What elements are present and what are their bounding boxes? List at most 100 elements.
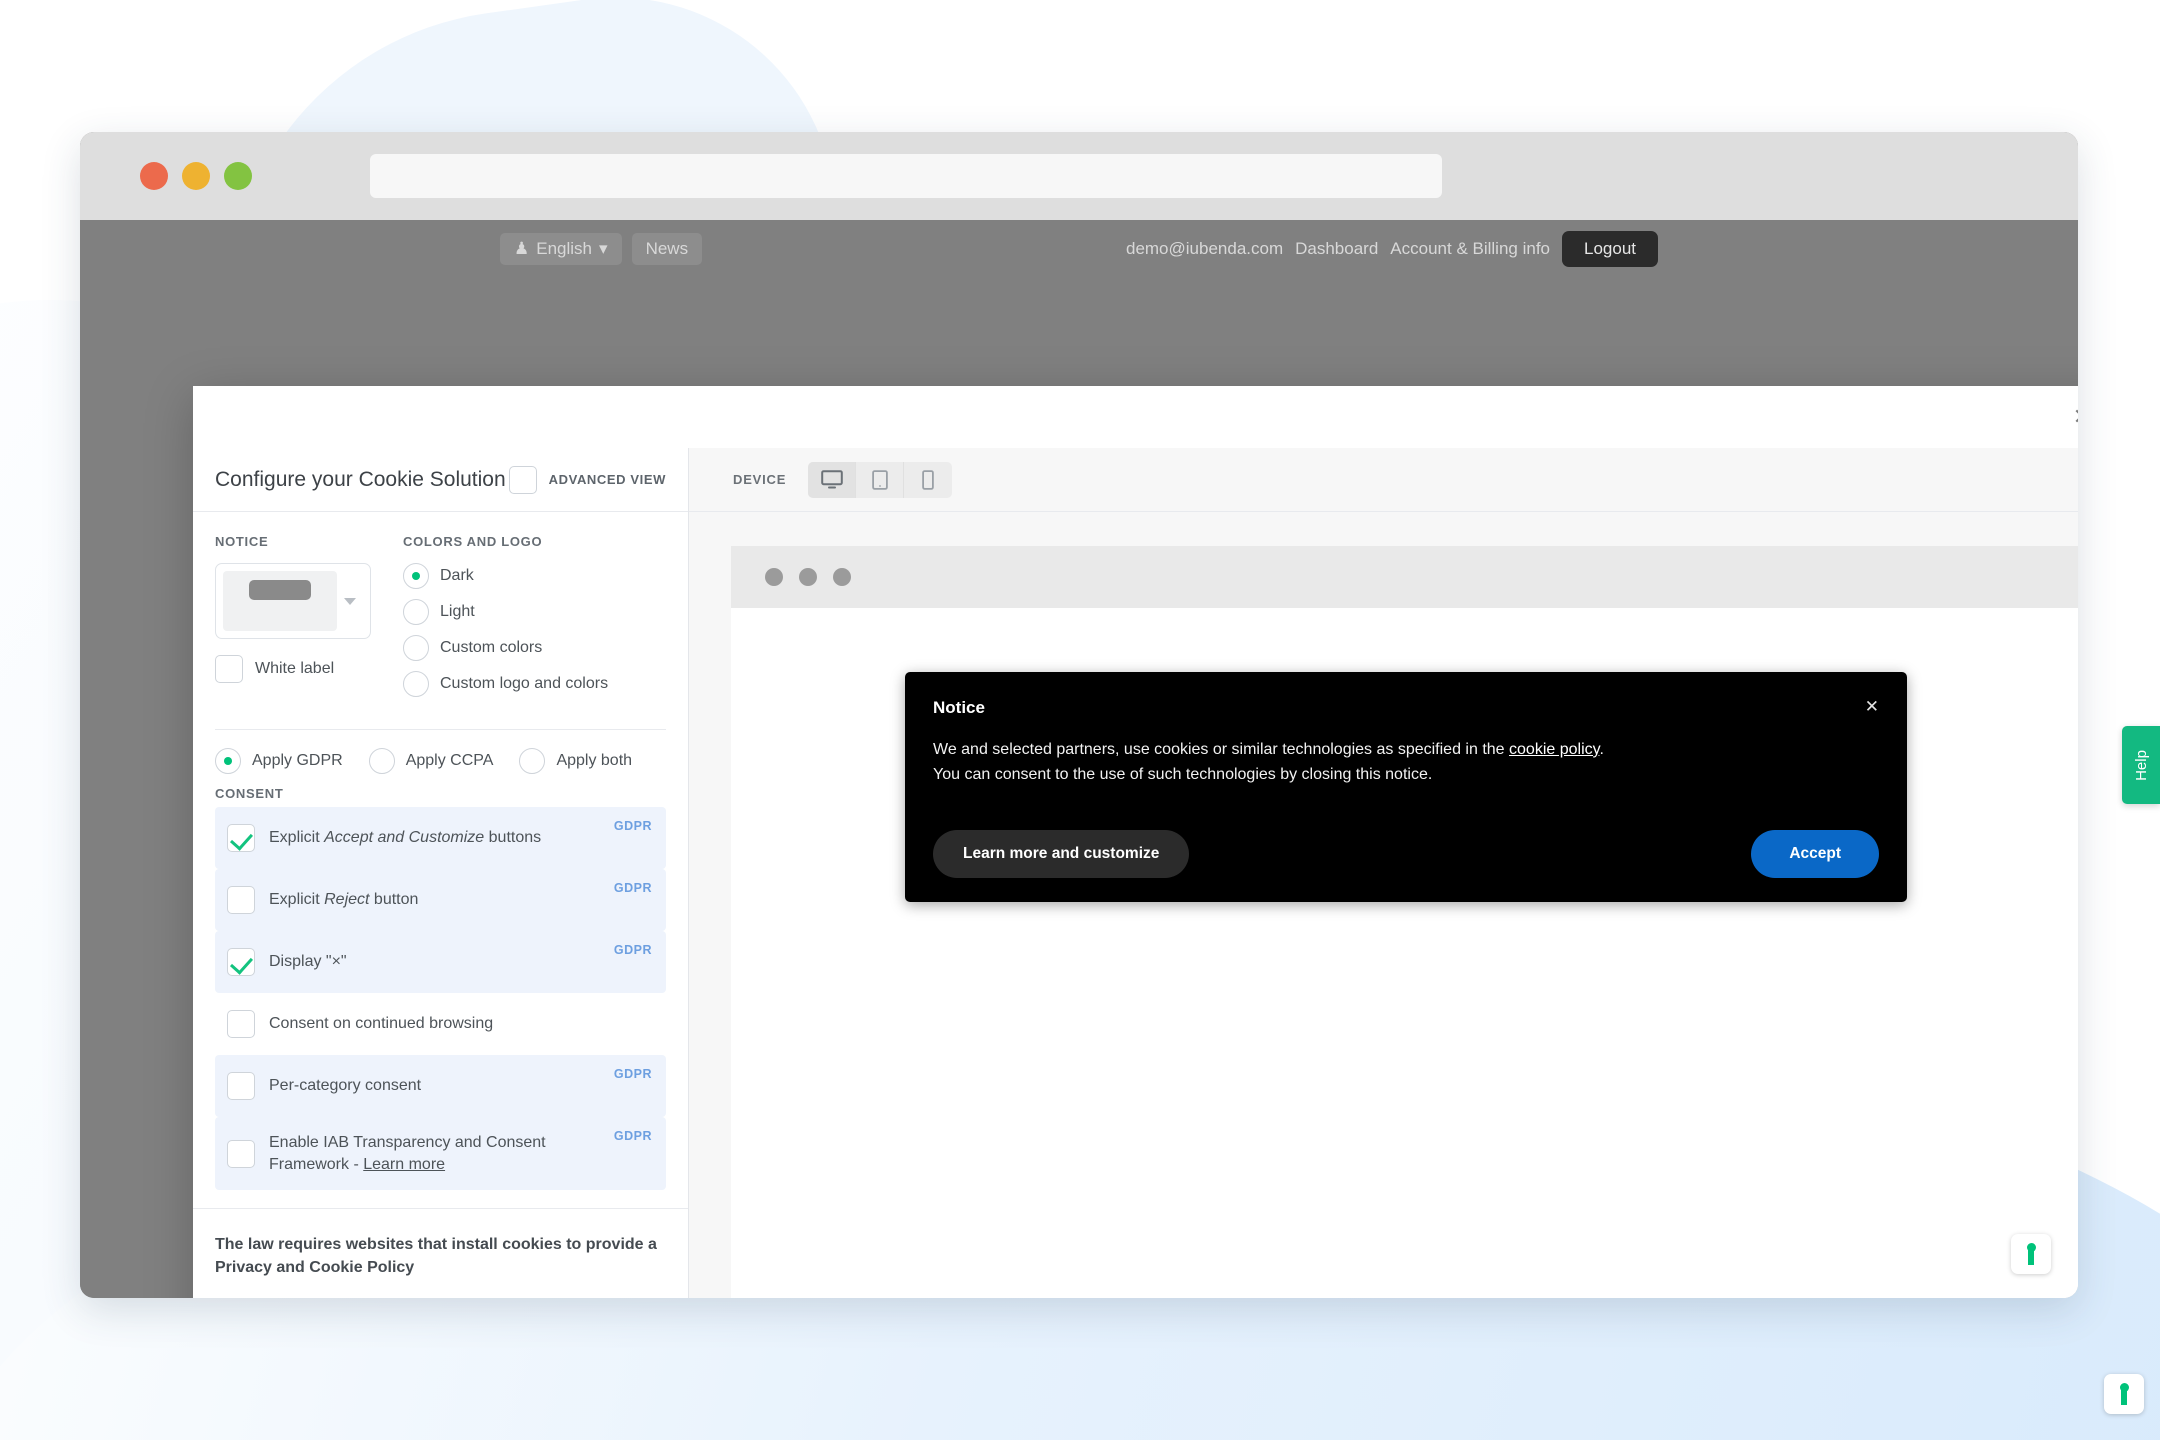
consent-option-row[interactable]: Display "×" GDPR (215, 931, 666, 993)
cookie-notice-banner: Notice ✕ We and selected partners, use c… (905, 672, 1907, 902)
close-window-button[interactable] (140, 162, 168, 190)
window-controls (140, 162, 252, 190)
preview-window-dot (833, 568, 851, 586)
consent-option-row[interactable]: Explicit Accept and Customize buttons GDP… (215, 807, 666, 869)
radio-icon[interactable] (403, 563, 429, 589)
help-tab[interactable]: Help (2122, 726, 2160, 804)
notice-position-picker[interactable] (215, 563, 371, 639)
law-badge: GDPR (613, 1129, 652, 1143)
cookie-notice-title: Notice (933, 698, 985, 717)
preview-stage: Notice ✕ We and selected partners, use c… (689, 512, 2078, 1298)
law-badge: GDPR (613, 881, 652, 895)
cookie-solution-modal: ✕ Configure your Cookie Solution ADVANCE… (193, 386, 2078, 1298)
radio-icon[interactable] (403, 671, 429, 697)
desktop-icon[interactable] (808, 461, 857, 498)
preview-panel: DEVICE Notice ✕ We and selected partners… (689, 448, 2078, 1298)
radio-icon[interactable] (368, 748, 395, 774)
mobile-icon[interactable] (904, 462, 952, 498)
white-label-label: White label (255, 660, 335, 677)
chevron-down-icon: ▾ (599, 239, 608, 258)
color-option-label: Custom colors (440, 639, 543, 656)
radio-icon[interactable] (403, 599, 429, 625)
notice-section-label: NOTICE (215, 534, 269, 549)
nav-user-email: demo@iubenda.com (1125, 239, 1284, 258)
tablet-icon[interactable] (856, 461, 905, 498)
configuration-header: Configure your Cookie Solution ADVANCED … (193, 448, 688, 512)
consent-options-list: Explicit Accept and Customize buttons GDP… (193, 807, 688, 1191)
cookie-notice-line1-before: We and selected partners, use cookies or… (933, 741, 1510, 758)
nav-dashboard-link[interactable]: Dashboard (1295, 239, 1378, 259)
nav-account-billing-link[interactable]: Account & Billing info (1390, 239, 1550, 259)
background-topnav: ♟ English ▾ News demo@iubenda.com Dashbo… (80, 220, 2078, 278)
consent-option-checkbox[interactable] (227, 886, 255, 914)
law-option-ccpa[interactable]: Apply CCPA (368, 748, 494, 774)
close-icon[interactable]: ✕ (1865, 698, 1879, 715)
cookie-policy-link[interactable]: cookie policy (1509, 741, 1599, 758)
advanced-view-checkbox[interactable] (508, 465, 537, 494)
color-option-light[interactable]: Light (403, 599, 666, 625)
iubenda-floating-badge-icon[interactable] (2104, 1374, 2144, 1414)
preview-window-dot (765, 568, 783, 586)
modal-topbar: ✕ (193, 386, 2078, 448)
color-option-dark[interactable]: Dark (403, 563, 666, 589)
consent-section-header: CONSENT (193, 778, 688, 807)
law-note-text: The law requires websites that install c… (215, 1236, 657, 1277)
cookie-notice-line1-after: . (1599, 741, 1604, 758)
radio-icon[interactable] (215, 748, 241, 774)
color-option-label: Custom logo and colors (440, 675, 609, 692)
advanced-view-label: ADVANCED VIEW (548, 472, 666, 487)
consent-option-checkbox[interactable] (227, 948, 255, 976)
url-input[interactable] (370, 154, 1442, 198)
law-badge: GDPR (613, 819, 652, 833)
consent-option-checkbox[interactable] (227, 824, 255, 852)
iubenda-badge-icon[interactable] (2011, 1234, 2051, 1274)
consent-option-checkbox[interactable] (227, 1010, 255, 1038)
consent-option-row[interactable]: Consent on continued browsing (215, 993, 666, 1055)
consent-option-label: Per-category consent (269, 1077, 422, 1095)
white-label-row[interactable]: White label (215, 655, 371, 683)
law-option-label: Apply CCPA (405, 752, 494, 769)
nav-logout-button[interactable]: Logout (1562, 231, 1658, 267)
help-tab-label: Help (2132, 749, 2150, 781)
nav-news-label: News (645, 239, 689, 258)
color-option-custom-logo-and-colors[interactable]: Custom logo and colors (403, 671, 666, 697)
page-title: Configure your Cookie Solution (215, 467, 506, 491)
maximize-window-button[interactable] (224, 162, 252, 190)
law-option-both[interactable]: Apply both (519, 748, 632, 774)
law-option-gdpr[interactable]: Apply GDPR (215, 748, 343, 774)
nav-language-selector[interactable]: ♟ English ▾ (500, 233, 622, 265)
colors-section-label: COLORS AND LOGO (403, 534, 543, 549)
white-label-checkbox[interactable] (215, 655, 243, 683)
accept-button[interactable]: Accept (1751, 829, 1879, 878)
preview-browser-mock: Notice ✕ We and selected partners, use c… (731, 546, 2078, 1298)
headset-icon: ♟ (514, 239, 530, 258)
consent-option-row[interactable]: Per-category consent GDPR (215, 1055, 666, 1117)
radio-icon[interactable] (403, 635, 429, 661)
consent-section-label: CONSENT (215, 786, 284, 801)
color-option-label: Dark (440, 567, 474, 584)
consent-option-label: Explicit Accept and Customize buttons (269, 829, 542, 847)
consent-option-label: Enable IAB Transparency and Consent Fram… (269, 1134, 546, 1173)
modal-body: Configure your Cookie Solution ADVANCED … (193, 448, 2078, 1298)
close-icon[interactable]: ✕ (2067, 402, 2078, 432)
preview-canvas: Notice ✕ We and selected partners, use c… (731, 608, 2078, 1298)
consent-option-checkbox[interactable] (227, 1072, 255, 1100)
law-option-label: Apply both (556, 752, 633, 769)
consent-option-checkbox[interactable] (227, 1139, 255, 1168)
preview-window-dot (799, 568, 817, 586)
color-option-custom-colors[interactable]: Custom colors (403, 635, 666, 661)
color-option-label: Light (440, 603, 475, 620)
minimize-window-button[interactable] (182, 162, 210, 190)
preview-browser-bar (731, 546, 2078, 608)
radio-icon[interactable] (519, 748, 546, 774)
consent-option-row[interactable]: Explicit Reject button GDPR (215, 869, 666, 931)
consent-option-row[interactable]: Enable IAB Transparency and Consent Fram… (215, 1117, 666, 1191)
learn-more-and-customize-button[interactable]: Learn more and customize (933, 829, 1190, 878)
device-label: DEVICE (733, 472, 787, 487)
law-option-label: Apply GDPR (252, 752, 343, 769)
configuration-panel: Configure your Cookie Solution ADVANCED … (193, 448, 689, 1298)
law-badge: GDPR (613, 1067, 652, 1081)
nav-news-link[interactable]: News (631, 233, 703, 265)
device-toolbar: DEVICE (689, 448, 2078, 512)
consent-option-label: Consent on continued browsing (269, 1015, 494, 1033)
